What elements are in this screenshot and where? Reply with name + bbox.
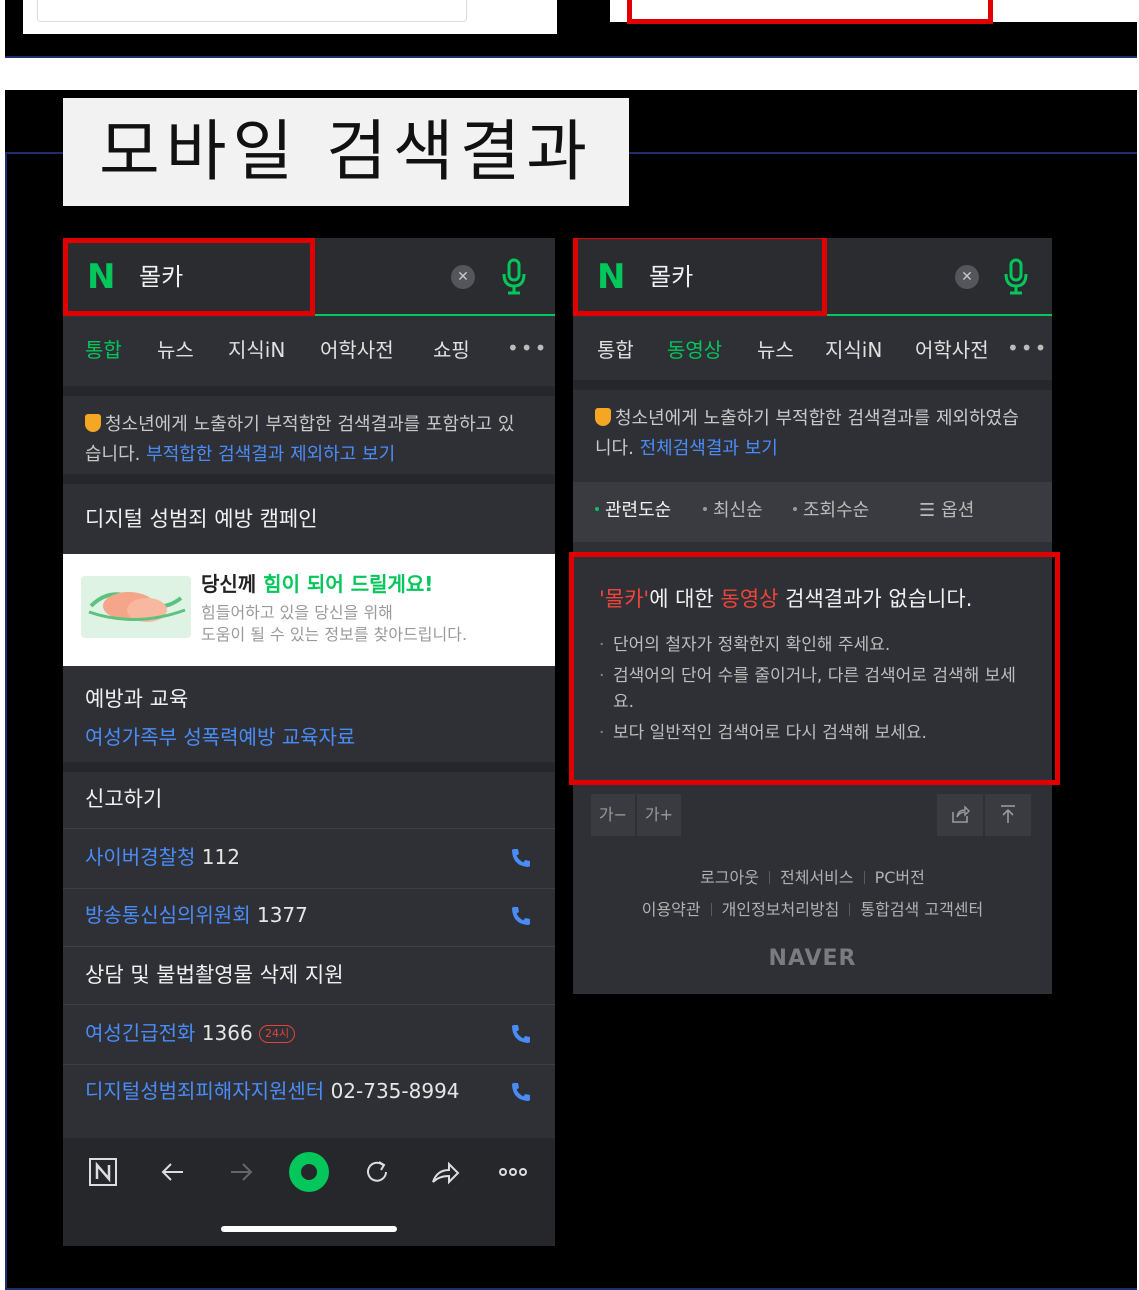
highlight-box-query: [63, 238, 315, 316]
youth-notice: 청소년에게 노출하기 부적합한 검색결과를 제외하였습니다. 전체검색결과 보기: [573, 380, 1052, 472]
sort-relevance[interactable]: 관련도순: [595, 498, 671, 524]
browser-bottom-nav: [63, 1138, 555, 1246]
more-tabs-icon[interactable]: •••: [1007, 336, 1048, 360]
font-increase-button[interactable]: 가+: [637, 794, 681, 836]
shield-icon: [85, 414, 101, 432]
campaign-subtitle-1: 힘들어하고 있을 당신을 위해: [201, 603, 393, 622]
shield-icon: [595, 408, 611, 426]
back-arrow-icon[interactable]: [155, 1154, 191, 1190]
tab-bar: 통합 뉴스 지식iN 어학사전 쇼핑 •••: [63, 318, 555, 382]
mic-icon[interactable]: [1001, 258, 1031, 296]
footer-links-row-2: 이용약관 개인정보처리방침 통합검색 고객센터: [573, 898, 1052, 922]
youth-notice: 청소년에게 노출하기 부적합한 검색결과를 포함하고 있습니다. 부적합한 검색…: [63, 386, 555, 474]
home-indicator: [221, 1226, 397, 1232]
pc-version-link[interactable]: PC버전: [875, 868, 925, 887]
phone-call-icon[interactable]: [509, 1080, 533, 1104]
24h-badge: 24시: [259, 1025, 296, 1043]
share-icon[interactable]: [427, 1154, 463, 1190]
education-heading: 예방과 교육: [85, 687, 189, 711]
options-button[interactable]: ☰ 옵션: [919, 498, 974, 524]
previous-highlight-box: [627, 0, 993, 24]
tab-integrated[interactable]: 통합: [85, 336, 122, 364]
tab-integrated[interactable]: 통합: [597, 336, 634, 364]
phone-integrated-results: N 몰카 ✕ 통합 뉴스 지식iN 어학사전 쇼핑 ••• 청소년에게 노출하기…: [63, 238, 555, 1246]
share-page-icon[interactable]: [937, 794, 983, 836]
support-heading: 상담 및 불법촬영물 삭제 지원: [85, 963, 344, 987]
mic-icon[interactable]: [499, 258, 529, 296]
tab-video[interactable]: 동영상: [667, 336, 722, 364]
green-dot-icon[interactable]: [287, 1150, 331, 1194]
previous-left-card: [23, 0, 557, 34]
highlight-box-query: [573, 238, 827, 316]
support-row-digital-crime-center[interactable]: 디지털성범죄피해자지원센터 02-735-8994: [85, 1076, 460, 1106]
privacy-link[interactable]: 개인정보처리방침: [722, 900, 840, 919]
exclude-unsuitable-link[interactable]: 부적합한 검색결과 제외하고 보기: [146, 444, 395, 465]
tab-shopping[interactable]: 쇼핑: [433, 336, 470, 364]
sort-views[interactable]: 조회수순: [793, 498, 869, 524]
campaign-title-highlight: 힘이 되어 드릴게요!: [263, 572, 434, 596]
highlight-box-no-result: [569, 552, 1060, 785]
tab-kin[interactable]: 지식iN: [825, 336, 882, 364]
all-services-link[interactable]: 전체서비스: [780, 868, 854, 887]
filter-options-icon: ☰: [919, 500, 936, 521]
font-decrease-button[interactable]: 가−: [591, 794, 635, 836]
campaign-heading: 디지털 성범죄 예방 캠페인: [85, 507, 318, 531]
support-row-women-hotline[interactable]: 여성긴급전화 1366 24시: [85, 1018, 296, 1048]
report-heading: 신고하기: [85, 787, 163, 811]
report-row-cyber-police[interactable]: 사이버경찰청 112: [85, 842, 240, 872]
tab-dictionary[interactable]: 어학사전: [915, 336, 993, 364]
footer-links-row-1: 로그아웃 전체서비스 PC버전: [573, 866, 1052, 890]
refresh-icon[interactable]: [359, 1154, 395, 1190]
terms-link[interactable]: 이용약관: [642, 900, 701, 919]
campaign-subtitle-2: 도움이 될 수 있는 정보를 찾아드립니다.: [201, 625, 468, 644]
forward-arrow-icon[interactable]: [223, 1154, 259, 1190]
phone-call-icon[interactable]: [509, 904, 533, 928]
campaign-banner[interactable]: 당신께 힘이 되어 드릴게요! 힘들어하고 있을 당신을 위해 도움이 될 수 …: [63, 554, 555, 666]
education-link[interactable]: 여성가족부 성폭력예방 교육자료: [85, 722, 355, 752]
logout-link[interactable]: 로그아웃: [700, 868, 759, 887]
tab-news[interactable]: 뉴스: [757, 336, 794, 364]
tab-bar: 통합 동영상 뉴스 지식iN 어학사전 •••: [573, 318, 1052, 382]
show-all-results-link[interactable]: 전체검색결과 보기: [640, 438, 778, 459]
scroll-top-icon[interactable]: [985, 794, 1031, 836]
sort-bar: 관련도순 최신순 조회수순 ☰ 옵션: [573, 482, 1052, 542]
slide: 모바일 검색결과 N 몰카 ✕ 통합 뉴스 지식iN 어학사전 쇼핑 ••• 청…: [5, 90, 1137, 1290]
tab-dictionary[interactable]: 어학사전: [320, 336, 394, 364]
more-icon[interactable]: [495, 1154, 531, 1190]
more-tabs-icon[interactable]: •••: [507, 336, 548, 360]
help-center-link[interactable]: 통합검색 고객센터: [860, 900, 983, 919]
phone-call-icon[interactable]: [509, 1022, 533, 1046]
slide-title: 모바일 검색결과: [63, 98, 629, 206]
previous-slide-strip: [5, 0, 1137, 58]
sort-latest[interactable]: 최신순: [703, 498, 763, 524]
tab-kin[interactable]: 지식iN: [228, 336, 285, 364]
hands-illustration-icon: [81, 576, 191, 638]
phone-call-icon[interactable]: [509, 846, 533, 870]
naver-home-icon[interactable]: [85, 1154, 121, 1190]
tab-news[interactable]: 뉴스: [157, 336, 194, 364]
report-row-kcsc[interactable]: 방송통신심의위원회 1377: [85, 900, 308, 930]
x-icon[interactable]: ✕: [451, 265, 475, 289]
naver-brand-logo: NAVER: [768, 946, 857, 971]
x-icon[interactable]: ✕: [955, 265, 979, 289]
campaign-title-prefix: 당신께: [201, 572, 257, 596]
